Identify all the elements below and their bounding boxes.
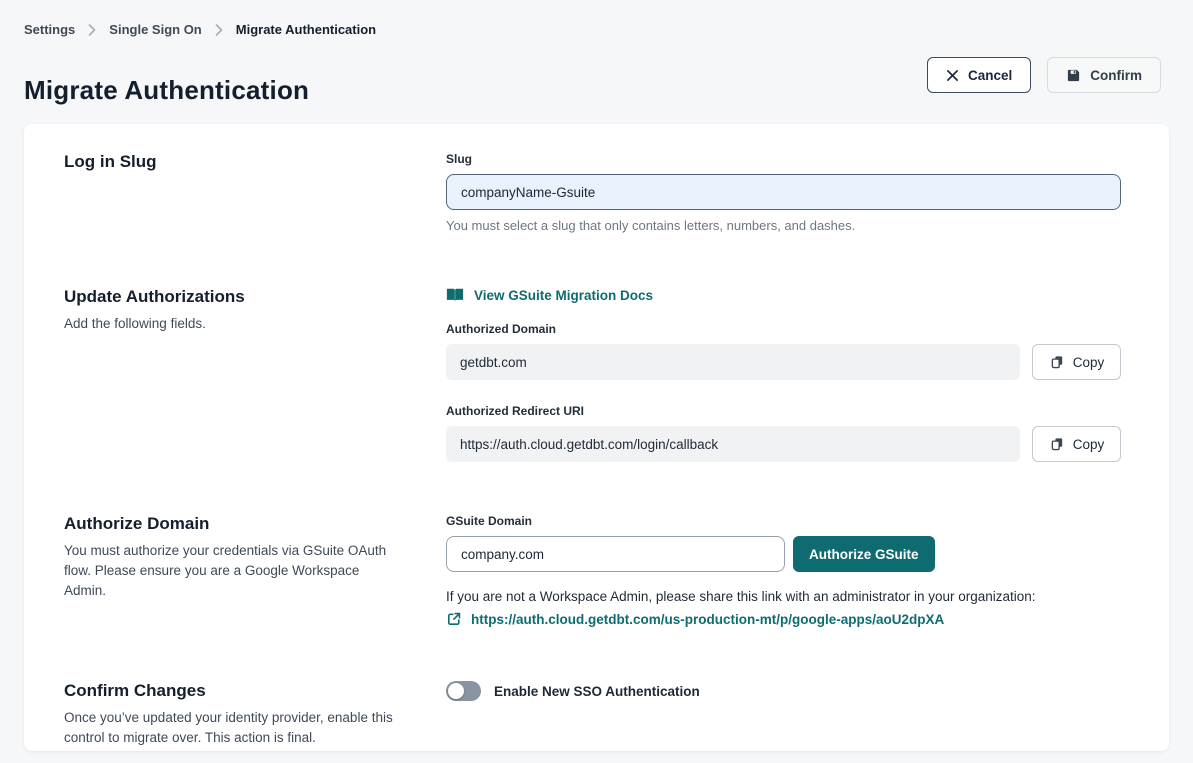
slug-input[interactable] bbox=[446, 174, 1121, 210]
breadcrumb-migrate-authentication: Migrate Authentication bbox=[236, 22, 376, 37]
book-icon bbox=[446, 287, 464, 303]
close-icon bbox=[946, 69, 959, 82]
gsuite-domain-label: GSuite Domain bbox=[446, 514, 1121, 528]
header-actions: Cancel Confirm bbox=[927, 57, 1161, 93]
chevron-right-icon bbox=[88, 24, 96, 36]
cancel-button-label: Cancel bbox=[968, 68, 1012, 83]
admin-share-link-label: https://auth.cloud.getdbt.com/us-product… bbox=[471, 612, 944, 627]
enable-sso-toggle-label: Enable New SSO Authentication bbox=[494, 684, 700, 699]
page-title: Migrate Authentication bbox=[24, 75, 309, 106]
confirm-button[interactable]: Confirm bbox=[1047, 57, 1161, 93]
section-heading-authorize-domain: Authorize Domain bbox=[64, 514, 416, 534]
gsuite-migration-docs-link[interactable]: View GSuite Migration Docs bbox=[446, 287, 653, 303]
slug-helper-text: You must select a slug that only contain… bbox=[446, 218, 1121, 233]
gsuite-domain-input[interactable] bbox=[446, 536, 785, 572]
section-login-slug: Log in Slug Slug You must select a slug … bbox=[64, 152, 1121, 233]
section-desc-update-authorizations: Add the following fields. bbox=[64, 314, 404, 334]
section-confirm-changes: Confirm Changes Once you’ve updated your… bbox=[64, 681, 1121, 748]
breadcrumb: Settings Single Sign On Migrate Authenti… bbox=[24, 22, 376, 37]
section-authorize-domain: Authorize Domain You must authorize your… bbox=[64, 514, 1121, 627]
copy-button-label: Copy bbox=[1073, 355, 1105, 370]
section-desc-authorize-domain: You must authorize your credentials via … bbox=[64, 541, 404, 601]
redirect-uri-label: Authorized Redirect URI bbox=[446, 404, 1121, 418]
chevron-right-icon bbox=[215, 24, 223, 36]
section-heading-confirm-changes: Confirm Changes bbox=[64, 681, 416, 701]
slug-label: Slug bbox=[446, 152, 1121, 166]
migrate-authentication-card: Log in Slug Slug You must select a slug … bbox=[24, 124, 1169, 751]
copy-redirect-uri-button[interactable]: Copy bbox=[1032, 426, 1121, 462]
authorized-domain-field[interactable] bbox=[446, 344, 1020, 380]
breadcrumb-settings[interactable]: Settings bbox=[24, 22, 75, 37]
authorize-gsuite-button[interactable]: Authorize GSuite bbox=[793, 536, 935, 572]
save-icon bbox=[1066, 68, 1081, 83]
workspace-admin-share-text: If you are not a Workspace Admin, please… bbox=[446, 589, 1121, 604]
authorized-domain-label: Authorized Domain bbox=[446, 322, 1121, 336]
confirm-button-label: Confirm bbox=[1090, 68, 1142, 83]
enable-sso-toggle[interactable] bbox=[446, 681, 481, 701]
copy-button-label: Copy bbox=[1073, 437, 1105, 452]
copy-icon bbox=[1049, 436, 1065, 452]
external-link-icon bbox=[446, 611, 462, 627]
redirect-uri-field[interactable] bbox=[446, 426, 1020, 462]
gsuite-migration-docs-link-label: View GSuite Migration Docs bbox=[474, 288, 653, 303]
section-desc-confirm-changes: Once you’ve updated your identity provid… bbox=[64, 708, 404, 748]
section-heading-login-slug: Log in Slug bbox=[64, 152, 416, 172]
section-update-authorizations: Update Authorizations Add the following … bbox=[64, 287, 1121, 462]
copy-icon bbox=[1049, 354, 1065, 370]
admin-share-link[interactable]: https://auth.cloud.getdbt.com/us-product… bbox=[446, 611, 1121, 627]
toggle-knob bbox=[448, 683, 464, 699]
cancel-button[interactable]: Cancel bbox=[927, 57, 1031, 93]
section-heading-update-authorizations: Update Authorizations bbox=[64, 287, 416, 307]
breadcrumb-single-sign-on[interactable]: Single Sign On bbox=[109, 22, 201, 37]
copy-authorized-domain-button[interactable]: Copy bbox=[1032, 344, 1121, 380]
